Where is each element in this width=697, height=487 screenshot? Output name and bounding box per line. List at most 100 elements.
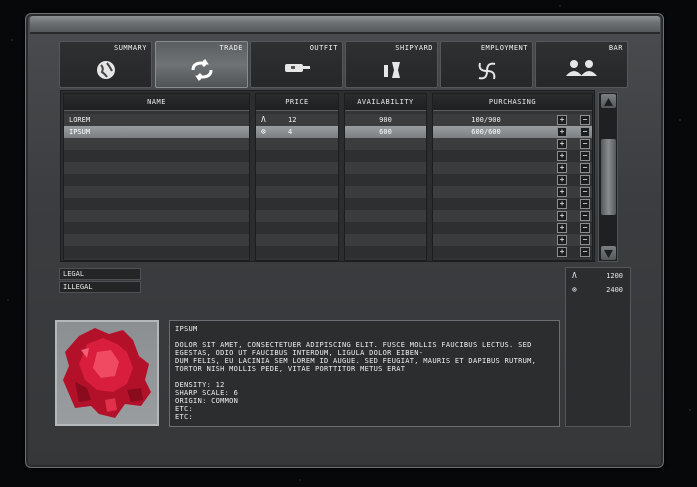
decrease-button[interactable]: −: [580, 199, 590, 209]
decrease-button[interactable]: −: [580, 115, 590, 125]
increase-button[interactable]: +: [557, 151, 567, 161]
table-row-availability[interactable]: [345, 174, 426, 186]
table-row-availability[interactable]: [345, 234, 426, 246]
table-row-availability[interactable]: [345, 210, 426, 222]
decrease-button[interactable]: −: [580, 211, 590, 221]
table-row-price[interactable]: [256, 138, 338, 150]
table-row-name[interactable]: [64, 174, 249, 186]
scroll-thumb[interactable]: [601, 139, 616, 215]
scroll-up-button[interactable]: [601, 94, 616, 108]
decrease-button[interactable]: −: [580, 139, 590, 149]
alt-currency-balance: ⊗ 2400: [566, 284, 630, 296]
table-row-purchasing[interactable]: + −: [433, 222, 592, 234]
red-crystal-cluster-icon: [63, 328, 151, 418]
table-row-name[interactable]: [64, 138, 249, 150]
table-row-availability[interactable]: 900: [345, 114, 426, 126]
legal-label: Legal: [59, 268, 141, 280]
increase-button[interactable]: +: [557, 163, 567, 173]
name-header[interactable]: Name: [64, 94, 249, 111]
table-row-price[interactable]: [256, 234, 338, 246]
table-row-availability[interactable]: [345, 246, 426, 258]
table-row-name[interactable]: [64, 150, 249, 162]
increase-button[interactable]: +: [557, 187, 567, 197]
table-row-price[interactable]: ⊗ 4: [256, 126, 338, 138]
table-row-price[interactable]: [256, 150, 338, 162]
arrow-up-icon: [604, 98, 613, 106]
table-row-price[interactable]: Ʌ 12: [256, 114, 338, 126]
table-row-price[interactable]: [256, 186, 338, 198]
tab-trade[interactable]: Trade: [155, 41, 248, 88]
table-row-availability[interactable]: [345, 198, 426, 210]
commodity-name: Ipsum: [69, 128, 91, 136]
table-row-price[interactable]: [256, 174, 338, 186]
tab-label: Summary: [113, 44, 147, 52]
decrease-button[interactable]: −: [580, 223, 590, 233]
credits-icon: Ʌ: [572, 271, 577, 280]
table-row-availability[interactable]: [345, 150, 426, 162]
table-row-purchasing[interactable]: + −: [433, 246, 592, 258]
window-titlebar[interactable]: [30, 16, 660, 34]
table-row-price[interactable]: [256, 162, 338, 174]
decrease-button[interactable]: −: [580, 175, 590, 185]
table-row-availability[interactable]: [345, 222, 426, 234]
table-row-purchasing[interactable]: + −: [433, 234, 592, 246]
table-row-name[interactable]: [64, 162, 249, 174]
tab-bar[interactable]: Bar: [535, 41, 628, 88]
purchasing-header[interactable]: Purchasing: [433, 94, 592, 111]
increase-button[interactable]: +: [557, 127, 567, 137]
table-row-purchasing[interactable]: + −: [433, 162, 592, 174]
table-row-price[interactable]: [256, 210, 338, 222]
increase-button[interactable]: +: [557, 175, 567, 185]
alt-currency-icon: ⊗: [572, 285, 577, 294]
commodity-name: Lorem: [69, 116, 91, 124]
decrease-button[interactable]: −: [580, 151, 590, 161]
table-row-availability[interactable]: 600: [345, 126, 426, 138]
table-row-availability[interactable]: [345, 138, 426, 150]
shipyard-ship-icon: [383, 62, 400, 78]
table-row-price[interactable]: [256, 222, 338, 234]
wallet-panel: Ʌ 1200 ⊗ 2400: [565, 267, 631, 427]
table-row-name[interactable]: [64, 186, 249, 198]
table-row-name[interactable]: [64, 246, 249, 258]
table-row-name[interactable]: Lorem: [64, 114, 249, 126]
table-row-purchasing[interactable]: + −: [433, 186, 592, 198]
decrease-button[interactable]: −: [580, 127, 590, 137]
table-row-purchasing[interactable]: + −: [433, 174, 592, 186]
table-row-price[interactable]: [256, 246, 338, 258]
tab-label: Shipyard: [395, 44, 433, 52]
decrease-button[interactable]: −: [580, 247, 590, 257]
table-row-name[interactable]: Ipsum: [64, 126, 249, 138]
tab-label: Outfit: [309, 44, 338, 52]
table-row-price[interactable]: [256, 198, 338, 210]
table-row-purchasing[interactable]: + −: [433, 138, 592, 150]
table-row-name[interactable]: [64, 198, 249, 210]
decrease-button[interactable]: −: [580, 187, 590, 197]
increase-button[interactable]: +: [557, 115, 567, 125]
table-row-name[interactable]: [64, 222, 249, 234]
table-row-purchasing[interactable]: 100/900 + −: [433, 114, 592, 126]
tab-summary[interactable]: Summary: [59, 41, 152, 88]
increase-button[interactable]: +: [557, 211, 567, 221]
table-row-purchasing[interactable]: + −: [433, 198, 592, 210]
table-row-purchasing[interactable]: 600/600 + −: [433, 126, 592, 138]
table-row-purchasing[interactable]: + −: [433, 150, 592, 162]
increase-button[interactable]: +: [557, 223, 567, 233]
tab-outfit[interactable]: Outfit: [250, 41, 343, 88]
increase-button[interactable]: +: [557, 235, 567, 245]
table-row-purchasing[interactable]: + −: [433, 210, 592, 222]
table-scrollbar[interactable]: [598, 92, 618, 262]
availability-header[interactable]: Availability: [345, 94, 426, 111]
tab-employment[interactable]: Employment: [440, 41, 533, 88]
tab-shipyard[interactable]: Shipyard: [345, 41, 438, 88]
table-row-availability[interactable]: [345, 186, 426, 198]
scroll-down-button[interactable]: [601, 246, 616, 260]
increase-button[interactable]: +: [557, 247, 567, 257]
table-row-name[interactable]: [64, 210, 249, 222]
table-row-name[interactable]: [64, 234, 249, 246]
price-header[interactable]: Price: [256, 94, 338, 111]
decrease-button[interactable]: −: [580, 235, 590, 245]
increase-button[interactable]: +: [557, 199, 567, 209]
increase-button[interactable]: +: [557, 139, 567, 149]
table-row-availability[interactable]: [345, 162, 426, 174]
decrease-button[interactable]: −: [580, 163, 590, 173]
